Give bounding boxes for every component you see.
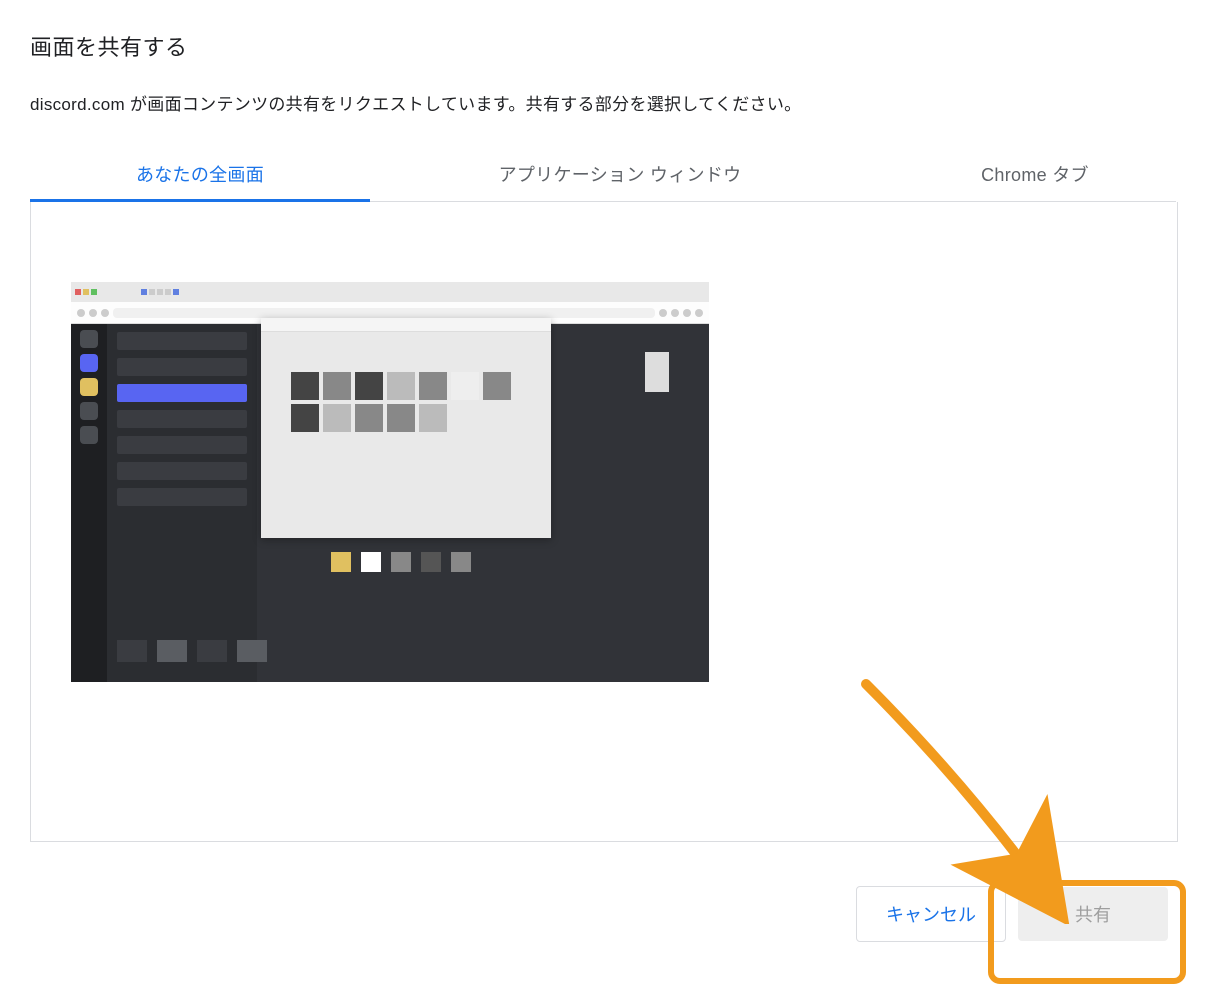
- cancel-button[interactable]: キャンセル: [856, 886, 1006, 942]
- thumbnail-sidebar: [71, 324, 107, 682]
- thumbnail-browser-tabs: [71, 282, 709, 302]
- share-source-tabs: あなたの全画面 アプリケーション ウィンドウ Chrome タブ: [30, 147, 1176, 202]
- tab-label: あなたの全画面: [136, 165, 264, 185]
- thumbnail-icon-row: [331, 552, 471, 572]
- thumbnail-channels: [107, 324, 257, 682]
- screen-share-dialog: 画面を共有する discord.com が画面コンテンツの共有をリクエストしてい…: [0, 0, 1206, 942]
- share-button[interactable]: 共有: [1018, 887, 1168, 941]
- tab-chrome-tab[interactable]: Chrome タブ: [870, 147, 1200, 201]
- tab-entire-screen[interactable]: あなたの全画面: [30, 147, 370, 201]
- screen-thumbnail[interactable]: [71, 282, 709, 682]
- dialog-description: discord.com が画面コンテンツの共有をリクエストしています。共有する部…: [30, 90, 1176, 115]
- share-source-panel: [30, 202, 1178, 842]
- dialog-footer: キャンセル 共有: [30, 842, 1176, 942]
- thumbnail-nested-dialog: [261, 318, 551, 538]
- thumbnail-bottom-row: [117, 640, 267, 662]
- tab-label: アプリケーション ウィンドウ: [499, 165, 742, 185]
- tab-label: Chrome タブ: [981, 165, 1089, 185]
- tab-application-window[interactable]: アプリケーション ウィンドウ: [370, 147, 870, 201]
- thumbnail-right-panel: [645, 352, 669, 392]
- dialog-title: 画面を共有する: [30, 30, 1176, 62]
